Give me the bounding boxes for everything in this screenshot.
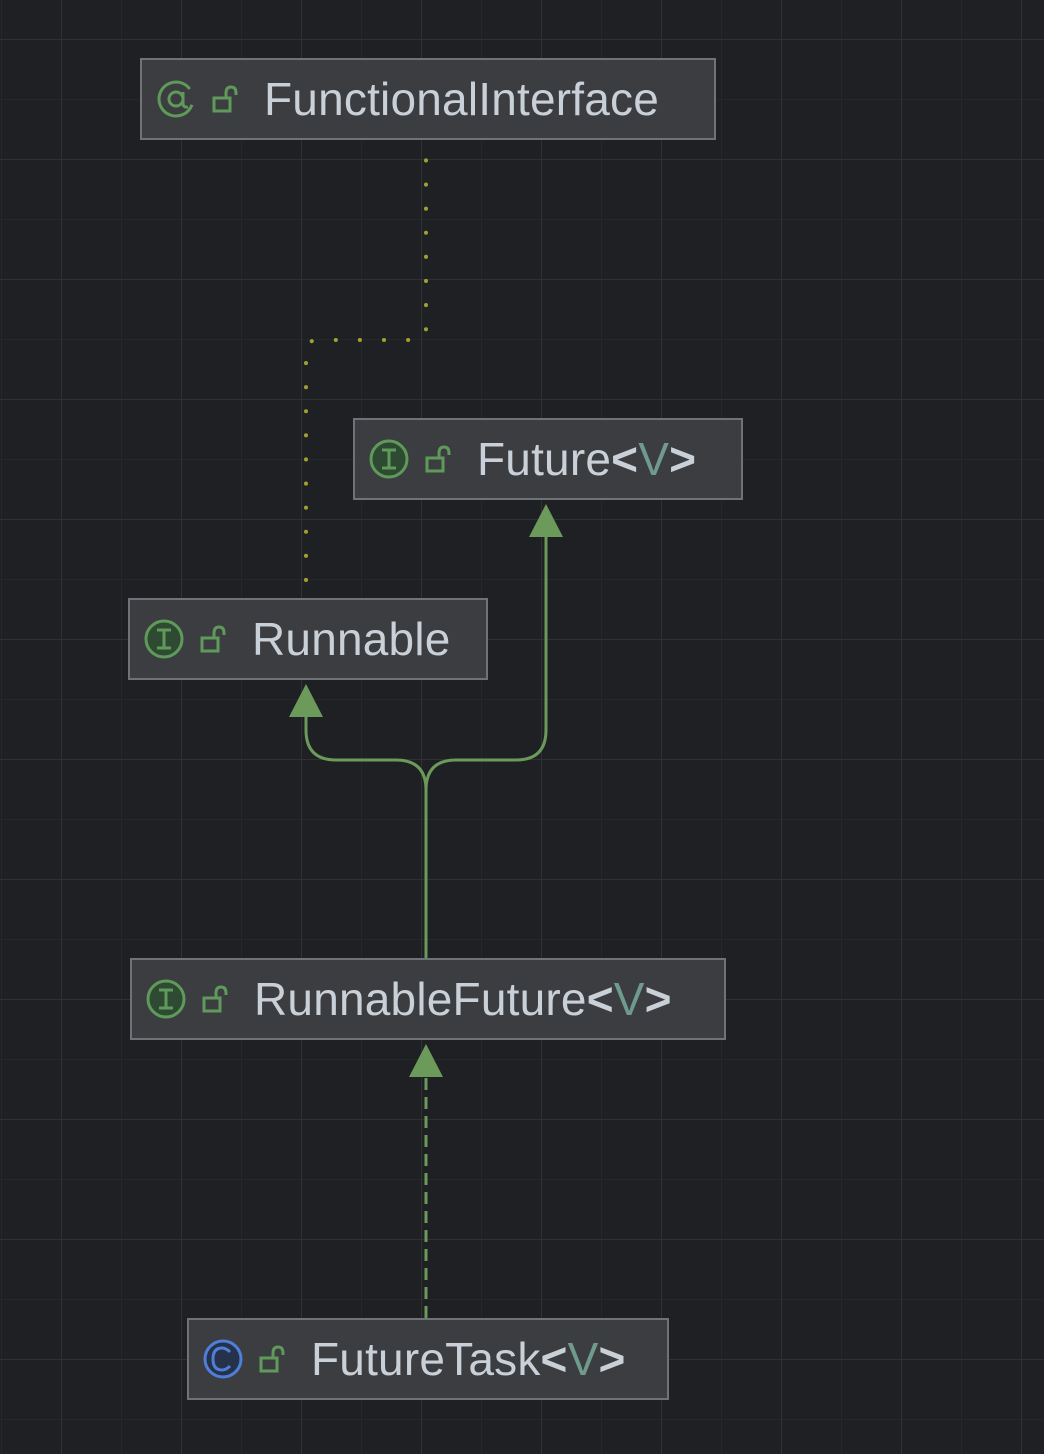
node-functional-interface[interactable]: FunctionalInterface: [140, 58, 716, 140]
unlock-icon: [212, 84, 238, 114]
uml-class-diagram: FunctionalInterface Future < V > Runnabl…: [0, 0, 1044, 1454]
type-parameter: V: [613, 973, 645, 1025]
arrowhead-runnable: [289, 684, 323, 717]
type-parameter: V: [638, 433, 670, 485]
unlock-icon: [202, 984, 228, 1014]
class-name: Runnable: [252, 613, 451, 665]
edge-runnablefuture-to-runnable: [304, 712, 428, 958]
class-name: RunnableFuture: [254, 973, 587, 1025]
type-bracket-open: <: [540, 1333, 568, 1385]
node-runnable[interactable]: Runnable: [128, 598, 488, 680]
node-future[interactable]: Future < V >: [353, 418, 743, 500]
node-label: FunctionalInterface: [264, 72, 659, 126]
type-bracket-close: >: [598, 1333, 626, 1385]
class-name: FunctionalInterface: [264, 73, 660, 125]
type-bracket-open: <: [586, 973, 614, 1025]
arrowhead-future: [529, 504, 563, 537]
unlock-icon: [200, 624, 226, 654]
edge-runnablefuture-to-future: [424, 532, 548, 958]
node-label: FutureTask < V >: [311, 1332, 626, 1386]
type-bracket-close: >: [669, 433, 697, 485]
type-bracket-open: <: [611, 433, 639, 485]
node-label: RunnableFuture < V >: [254, 972, 672, 1026]
type-parameter: V: [567, 1333, 599, 1385]
interface-icon: [146, 979, 186, 1019]
edge-runnable-to-functional-interface: [304, 144, 428, 582]
interface-icon: [144, 619, 184, 659]
node-label: Runnable: [252, 612, 451, 666]
class-name: FutureTask: [311, 1333, 541, 1385]
connectors-layer: [289, 144, 563, 1318]
node-runnable-future[interactable]: RunnableFuture < V >: [130, 958, 726, 1040]
type-bracket-close: >: [644, 973, 672, 1025]
interface-icon: [369, 439, 409, 479]
class-icon: [203, 1339, 243, 1379]
node-future-task[interactable]: FutureTask < V >: [187, 1318, 669, 1400]
arrowhead-runnablefuture: [409, 1044, 443, 1077]
unlock-icon: [425, 444, 451, 474]
node-label: Future < V >: [477, 432, 696, 486]
at-sign-icon: [156, 79, 196, 119]
class-name: Future: [477, 433, 612, 485]
unlock-icon: [259, 1344, 285, 1374]
